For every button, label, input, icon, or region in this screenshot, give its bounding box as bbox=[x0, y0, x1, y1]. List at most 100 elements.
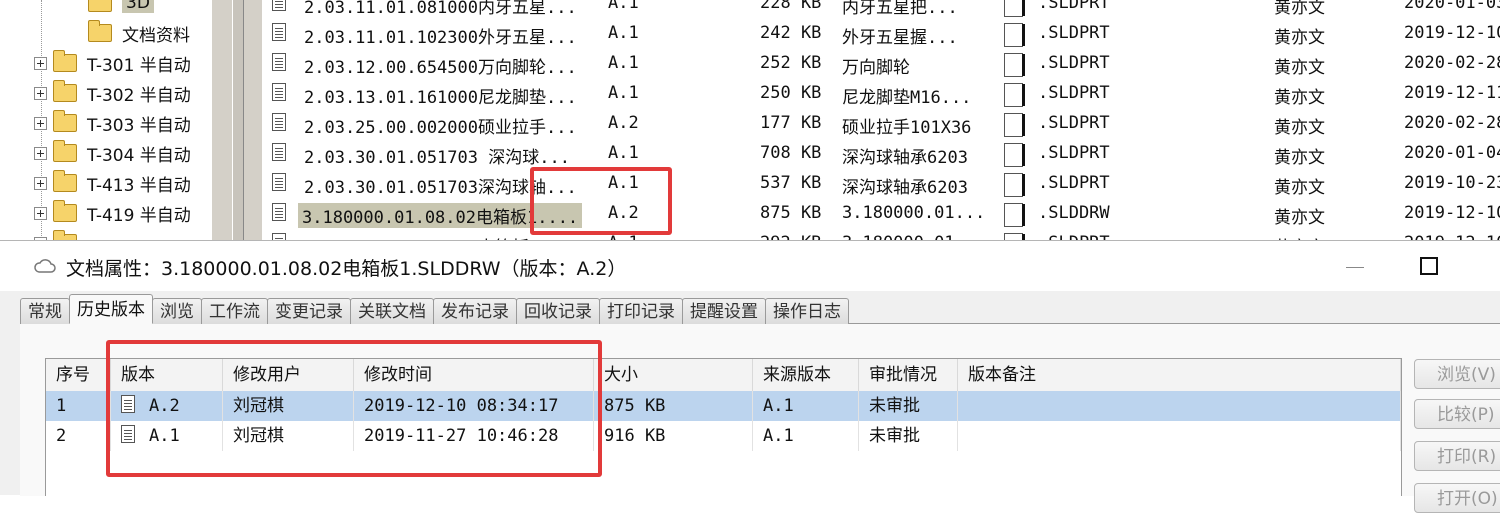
table-row[interactable]: 1 A.2 刘冠棋 2019-12-10 08:34:17 875 KB A.1 未审批 bbox=[46, 391, 1401, 421]
file-description: 3.180000.01... bbox=[842, 233, 985, 240]
column-header[interactable]: 修改时间 bbox=[354, 359, 594, 391]
tab-0[interactable]: 常规 bbox=[20, 298, 70, 324]
file-type: .SLDPRT bbox=[1038, 83, 1110, 103]
browse-button[interactable]: 浏览(V) bbox=[1414, 359, 1500, 389]
file-size: 250 KB bbox=[760, 83, 822, 103]
tree-item-partial[interactable] bbox=[34, 228, 87, 240]
document-icon bbox=[272, 233, 286, 240]
file-type: .SLDPRT bbox=[1038, 173, 1110, 193]
tree-item-t413[interactable]: T-413 半自动 bbox=[34, 168, 191, 198]
pane-splitter[interactable] bbox=[212, 0, 262, 240]
file-description: 深沟球轴承6203 bbox=[842, 148, 968, 168]
file-row[interactable]: 2.03.25.00.002000硕业拉手... A.2 177 KB 硕业拉手101… bbox=[262, 108, 1500, 138]
table-row[interactable]: 2 A.1 刘冠棋 2019-11-27 10:46:28 916 KB A.1 未审批 bbox=[46, 421, 1401, 451]
table-cell-index: 2 bbox=[46, 421, 111, 451]
compare-button[interactable]: 比较(P) bbox=[1414, 399, 1500, 429]
file-size: 537 KB bbox=[760, 173, 822, 193]
file-type-icon bbox=[1004, 0, 1025, 17]
document-icon bbox=[272, 23, 286, 41]
tree-item-t304[interactable]: T-304 半自动 bbox=[34, 138, 191, 168]
file-row[interactable]: 3.180000.01.08.02电箱板1.... A.2 875 KB 3.1800… bbox=[262, 198, 1500, 228]
file-row[interactable]: 3.180000.01.08.02电箱板1.... A.1 292 KB 3.1800… bbox=[262, 228, 1500, 240]
folder-icon bbox=[53, 50, 77, 72]
file-row[interactable]: 2.03.30.01.051703 深沟球... A.1 708 KB 深沟球轴承62… bbox=[262, 138, 1500, 168]
column-header[interactable]: 版本 bbox=[111, 359, 223, 391]
file-size: 708 KB bbox=[760, 143, 822, 163]
table-header: 序号 版本 修改用户 修改时间 大小 来源版本 审批情况 版本备注 bbox=[46, 359, 1401, 392]
table-cell-size: 875 KB bbox=[594, 391, 753, 421]
file-size: 875 KB bbox=[760, 203, 822, 223]
column-header[interactable]: 来源版本 bbox=[753, 359, 859, 391]
dialog-title: 文档属性：3.180000.01.08.02电箱板1.SLDDRW（版本：A.2… bbox=[66, 258, 627, 280]
table-cell-version: A.1 bbox=[111, 421, 223, 451]
maximize-button[interactable] bbox=[1420, 257, 1438, 275]
print-button[interactable]: 打印(R) bbox=[1414, 441, 1500, 471]
table-cell-size: 916 KB bbox=[594, 421, 753, 451]
tab-2[interactable]: 浏览 bbox=[152, 298, 202, 324]
table-cell-user: 刘冠棋 bbox=[223, 421, 354, 451]
table-cell-time: 2019-11-27 10:46:28 bbox=[354, 421, 594, 451]
column-header[interactable]: 版本备注 bbox=[958, 359, 1401, 391]
file-type: .SLDPRT bbox=[1038, 53, 1110, 73]
file-date: 2020-01-04 bbox=[1404, 143, 1500, 163]
document-icon bbox=[272, 0, 286, 11]
tree-item-t301[interactable]: T-301 半自动 bbox=[34, 48, 191, 78]
file-size: 292 KB bbox=[760, 233, 821, 240]
document-icon bbox=[272, 203, 286, 221]
expand-icon[interactable] bbox=[34, 176, 47, 190]
column-header[interactable]: 修改用户 bbox=[223, 359, 354, 391]
expand-icon[interactable] bbox=[34, 206, 47, 220]
file-date: 2019-12-10 bbox=[1404, 233, 1500, 240]
tab-4[interactable]: 变更记录 bbox=[267, 298, 351, 324]
tree-item-3d[interactable]: 3D bbox=[88, 0, 154, 18]
column-header[interactable]: 大小 bbox=[594, 359, 753, 391]
tree-item-documents[interactable]: 文档资料 bbox=[88, 18, 190, 48]
file-version: A.2 bbox=[608, 203, 639, 223]
file-name: 3.180000.01.08.02电箱板1.... bbox=[298, 203, 583, 228]
tab-6[interactable]: 发布记录 bbox=[433, 298, 517, 324]
file-type: .SLDPRT bbox=[1038, 143, 1110, 163]
file-row[interactable]: 2.03.11.01.081000内牙五星... A.1 228 KB 内牙五星把..… bbox=[262, 0, 1500, 18]
column-header[interactable]: 审批情况 bbox=[859, 359, 958, 391]
file-row[interactable]: 2.03.13.01.161000尼龙脚垫... A.1 250 KB 尼龙脚垫M16… bbox=[262, 78, 1500, 108]
folder-tree: 3D 文档资料 T-301 半自动 T-302 半自动 T-303 半自动 T-… bbox=[0, 0, 212, 240]
folder-icon bbox=[53, 80, 77, 102]
tree-item-label: T-304 半自动 bbox=[87, 145, 191, 166]
file-description: 深沟球轴承6203 bbox=[842, 178, 968, 198]
document-icon bbox=[272, 113, 286, 131]
tab-1[interactable]: 历史版本 bbox=[69, 294, 153, 324]
folder-icon bbox=[88, 20, 112, 42]
tab-3[interactable]: 工作流 bbox=[201, 298, 268, 324]
expand-icon[interactable] bbox=[34, 146, 47, 160]
file-description: 内牙五星把... bbox=[842, 0, 958, 18]
file-version: A.1 bbox=[608, 53, 639, 73]
column-header[interactable]: 序号 bbox=[46, 359, 111, 391]
file-size: 252 KB bbox=[760, 53, 822, 73]
document-icon bbox=[272, 143, 286, 161]
minimize-button[interactable] bbox=[1340, 253, 1370, 281]
file-user: 黄亦文 bbox=[1274, 208, 1325, 228]
expand-icon[interactable] bbox=[34, 56, 47, 70]
table-cell-index: 1 bbox=[46, 391, 111, 421]
file-description: 外牙五星握... bbox=[842, 28, 958, 48]
file-name: 2.03.25.00.002000硕业拉手... bbox=[304, 118, 577, 138]
open-button[interactable]: 打开(O) bbox=[1414, 483, 1500, 513]
folder-icon bbox=[53, 200, 77, 222]
file-size: 177 KB bbox=[760, 113, 822, 133]
tab-9[interactable]: 提醒设置 bbox=[682, 298, 766, 324]
tab-5[interactable]: 关联文档 bbox=[350, 298, 434, 324]
file-row[interactable]: 2.03.11.01.102300外牙五星... A.1 242 KB 外牙五星握..… bbox=[262, 18, 1500, 48]
tab-7[interactable]: 回收记录 bbox=[516, 298, 600, 324]
tree-item-t302[interactable]: T-302 半自动 bbox=[34, 78, 191, 108]
tree-item-t303[interactable]: T-303 半自动 bbox=[34, 108, 191, 138]
tree-item-t419[interactable]: T-419 半自动 bbox=[34, 198, 191, 228]
version-text: A.1 bbox=[149, 426, 180, 446]
tab-8[interactable]: 打印记录 bbox=[599, 298, 683, 324]
file-row[interactable]: 2.03.12.00.654500万向脚轮... A.1 252 KB 万向脚轮 .SL… bbox=[262, 48, 1500, 78]
tab-10[interactable]: 操作日志 bbox=[765, 298, 849, 324]
tree-item-label: 3D bbox=[122, 0, 154, 13]
expand-icon[interactable] bbox=[34, 116, 47, 130]
expand-icon[interactable] bbox=[34, 86, 47, 100]
dialog-titlebar[interactable]: 文档属性：3.180000.01.08.02电箱板1.SLDDRW（版本：A.2… bbox=[0, 241, 1500, 291]
file-row[interactable]: 2.03.30.01.051703深沟球轴... A.1 537 KB 深沟球轴承62… bbox=[262, 168, 1500, 198]
